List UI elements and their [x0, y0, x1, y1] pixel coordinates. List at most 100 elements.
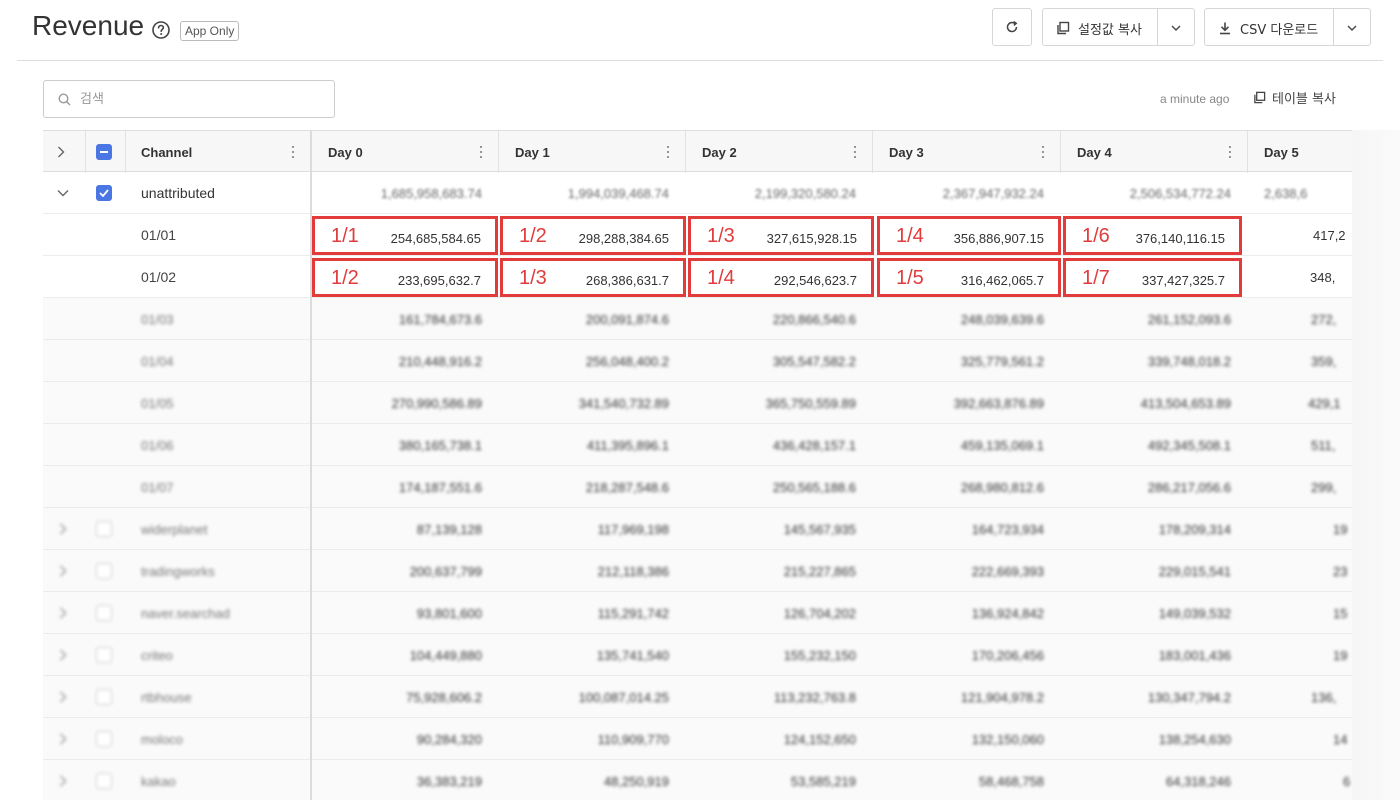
table-cell: 417,2 — [1313, 227, 1346, 243]
table-cell: 229,015,541 — [1158, 563, 1231, 579]
table-cell: 104,449,880 — [409, 647, 482, 663]
chevron-down-icon[interactable] — [1171, 25, 1181, 31]
row-checkbox[interactable] — [96, 718, 112, 760]
column-menu-icon[interactable] — [661, 145, 675, 159]
search-box[interactable] — [43, 80, 335, 118]
column-menu-icon[interactable] — [1223, 145, 1237, 159]
table-cell: 136,924,842 — [971, 605, 1044, 621]
table-copy-button[interactable]: 테이블 복사 — [1253, 88, 1336, 107]
table-cell: 115,291,742 — [597, 605, 669, 621]
table-row: 01/02 1/2 233,695,632.7 1/3 268,386,631.… — [43, 256, 1353, 298]
table-cell: 305,547,582.2 — [772, 353, 856, 369]
expand-all-toggle[interactable] — [57, 131, 71, 173]
table-row[interactable]: rtbhouse 75,928,606.2 100,087,014.25 113… — [43, 676, 1353, 718]
column-header-day2[interactable]: Day 2 — [702, 131, 737, 173]
column-header-day4[interactable]: Day 4 — [1077, 131, 1112, 173]
table-row: 01/06 380,165,738.1 411,395,896.1 436,42… — [43, 424, 1353, 466]
table-cell: 161,784,673.6 — [398, 311, 482, 327]
header-divider — [17, 60, 1383, 61]
table-row[interactable]: widerplanet 87,139,128 117,969,198 145,5… — [43, 508, 1353, 550]
expand-toggle[interactable] — [59, 634, 67, 676]
table-row[interactable]: tradingworks 200,637,799 212,118,386 215… — [43, 550, 1353, 592]
row-label: 01/03 — [141, 311, 174, 327]
table-cell: 170,206,456 — [971, 647, 1044, 663]
table-cell: 117,969,198 — [597, 521, 669, 537]
refresh-icon — [1006, 20, 1018, 33]
table-row[interactable]: kakao 36,383,219 48,250,919 53,585,219 5… — [43, 760, 1353, 800]
table-cell: 135,741,540 — [596, 647, 669, 663]
row-label: 01/04 — [141, 353, 174, 369]
row-checkbox[interactable] — [96, 172, 112, 214]
column-header-channel[interactable]: Channel — [141, 131, 192, 173]
row-checkbox[interactable] — [96, 550, 112, 592]
chevron-right-icon — [60, 523, 67, 535]
table-cell: 6 — [1343, 773, 1351, 789]
table-cell: 36,383,219 — [416, 773, 482, 789]
table-cell: 341,540,732.89 — [578, 395, 669, 411]
table-cell: 492,345,508.1 — [1147, 437, 1231, 453]
app-only-badge: App Only — [180, 21, 240, 41]
expand-toggle[interactable] — [59, 592, 67, 634]
expand-toggle[interactable] — [59, 550, 67, 592]
cell-value: 268,386,631.7 — [585, 273, 669, 288]
cell-value: 376,140,116.15 — [1135, 231, 1225, 246]
page-header: Revenue App Only 설정값 복사 CSV 다운로드 — [0, 0, 1400, 60]
column-menu-icon[interactable] — [848, 145, 862, 159]
cohort-tag: 1/3 — [707, 225, 735, 247]
chevron-down-icon[interactable] — [1347, 25, 1357, 31]
cohort-tag: 1/1 — [331, 225, 359, 247]
table-cell: 183,001,436 — [1158, 647, 1231, 663]
copy-icon — [1254, 91, 1266, 104]
column-header-day0[interactable]: Day 0 — [328, 131, 363, 173]
row-checkbox[interactable] — [96, 676, 112, 718]
refresh-button[interactable] — [992, 8, 1032, 46]
table-row[interactable]: moloco 90,284,320 110,909,770 124,152,65… — [43, 718, 1353, 760]
column-menu-icon[interactable] — [1036, 145, 1050, 159]
table-copy-label: 테이블 복사 — [1272, 92, 1336, 107]
table-row[interactable]: criteo 104,449,880 135,741,540 155,232,1… — [43, 634, 1353, 676]
expand-toggle[interactable] — [59, 508, 67, 550]
row-label: tradingworks — [141, 563, 215, 579]
cohort-tag: 1/4 — [707, 267, 735, 289]
column-header-day1[interactable]: Day 1 — [515, 131, 550, 173]
cell-value: 356,886,907.15 — [953, 231, 1044, 246]
collapse-toggle[interactable] — [57, 172, 69, 214]
cohort-tag: 1/2 — [331, 267, 359, 289]
highlighted-cell: 1/6 376,140,116.15 — [1063, 216, 1242, 255]
table-cell: 164,723,934 — [971, 521, 1044, 537]
row-checkbox[interactable] — [96, 760, 112, 800]
table-cell: 215,227,865 — [783, 563, 856, 579]
copy-settings-label: 설정값 복사 — [1078, 23, 1142, 38]
group-row-unattributed[interactable]: unattributed 1,685,958,683.74 1,994,039,… — [43, 172, 1353, 214]
expand-toggle[interactable] — [59, 718, 67, 760]
table-cell: 121,904,978.2 — [960, 689, 1044, 705]
table-cell: 222,669,393 — [971, 563, 1044, 579]
help-icon[interactable] — [151, 20, 171, 40]
row-checkbox[interactable] — [96, 634, 112, 676]
csv-download-button[interactable]: CSV 다운로드 — [1204, 8, 1371, 46]
highlighted-cell: 1/3 327,615,928.15 — [688, 216, 874, 255]
table-row[interactable]: naver.searchad 93,801,600 115,291,742 12… — [43, 592, 1353, 634]
table-row: 01/04 210,448,916.2 256,048,400.2 305,54… — [43, 340, 1353, 382]
cohort-tag: 1/6 — [1082, 225, 1110, 247]
column-menu-icon[interactable] — [286, 145, 300, 159]
row-label: 01/05 — [141, 395, 174, 411]
copy-settings-button[interactable]: 설정값 복사 — [1042, 8, 1195, 46]
row-checkbox[interactable] — [96, 508, 112, 550]
highlighted-cell: 1/2 233,695,632.7 — [312, 258, 498, 297]
table-cell: 261,152,093.6 — [1147, 311, 1231, 327]
csv-download-label: CSV 다운로드 — [1240, 23, 1319, 38]
table-cell: 299, — [1311, 479, 1337, 495]
row-checkbox[interactable] — [96, 592, 112, 634]
table-cell: 145,567,935 — [783, 521, 856, 537]
expand-toggle[interactable] — [59, 676, 67, 718]
expand-toggle[interactable] — [59, 760, 67, 800]
column-header-day5[interactable]: Day 5 — [1264, 131, 1299, 173]
highlighted-cell: 1/5 316,462,065.7 — [877, 258, 1061, 297]
search-input[interactable] — [80, 89, 320, 109]
select-all-checkbox[interactable] — [96, 131, 112, 173]
pinned-column-divider — [310, 130, 312, 800]
table-cell: 392,663,876.89 — [953, 395, 1044, 411]
column-menu-icon[interactable] — [474, 145, 488, 159]
column-header-day3[interactable]: Day 3 — [889, 131, 924, 173]
